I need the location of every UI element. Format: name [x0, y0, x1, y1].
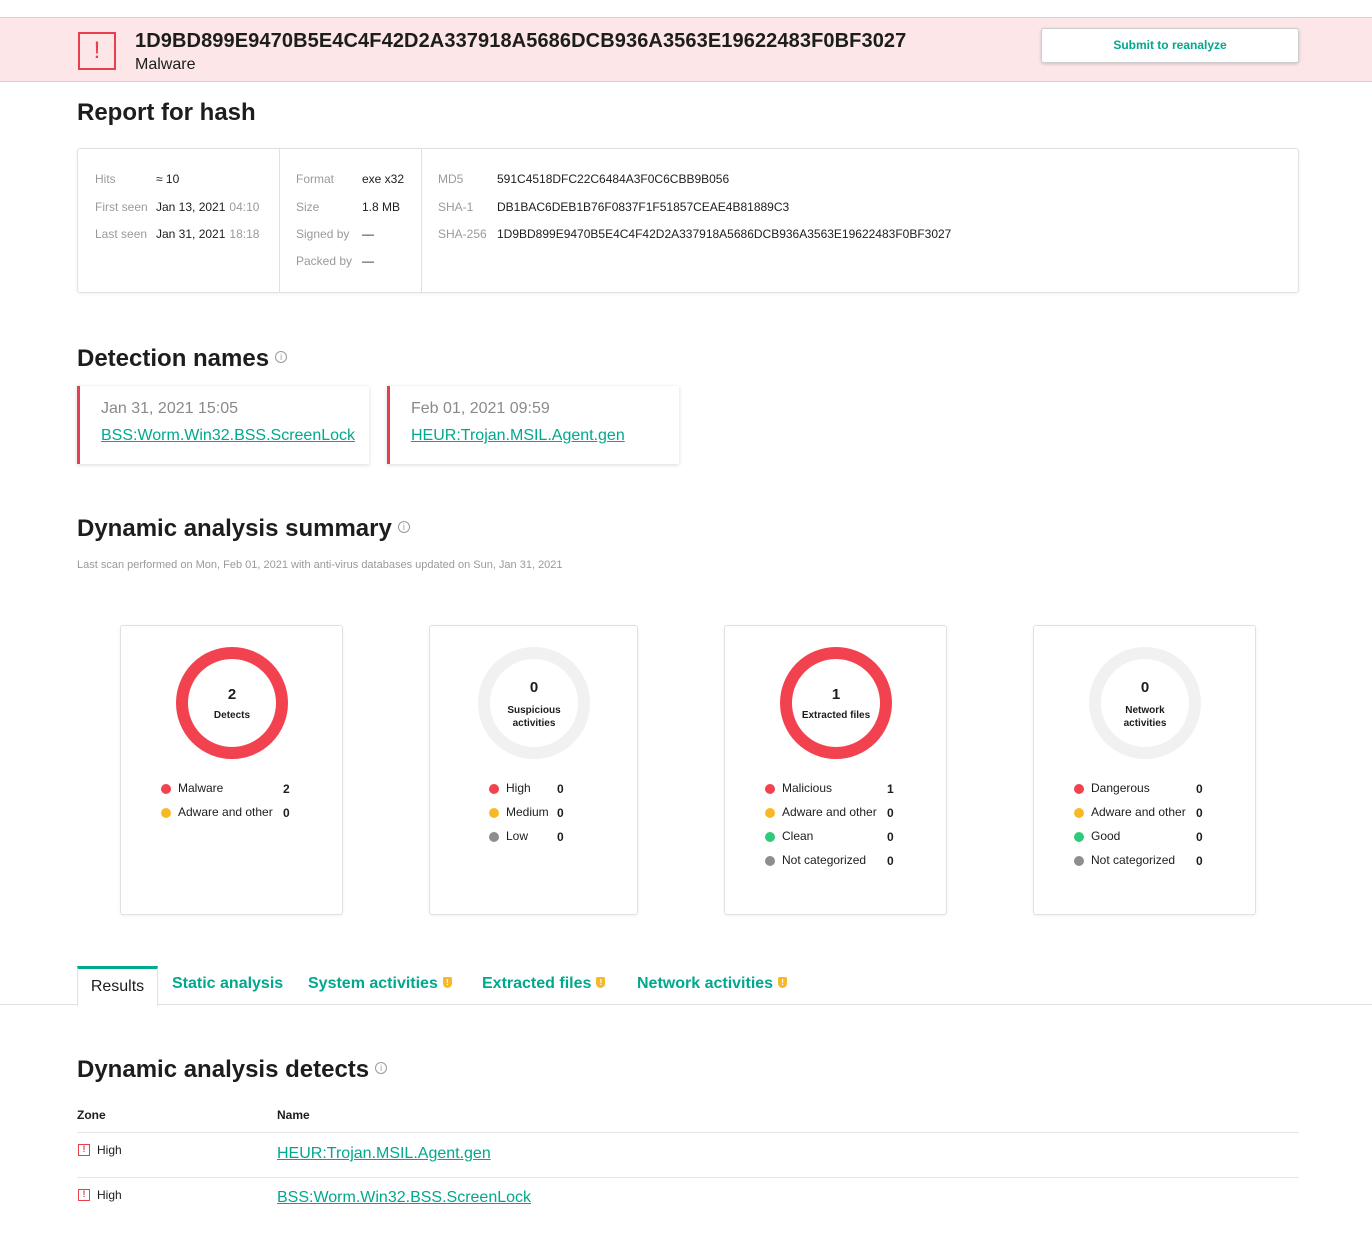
extracted-ring: 1 Extracted files: [780, 647, 892, 759]
extracted-label: Extracted files: [801, 710, 871, 721]
detection-name-link[interactable]: BSS:Worm.Win32.BSS.ScreenLock: [101, 427, 355, 445]
red-dot-icon: [1074, 784, 1084, 794]
red-dot-icon: [765, 784, 775, 794]
dynamic-detects-title: Dynamic analysis detects i: [77, 1056, 388, 1084]
alert-icon: !: [78, 1144, 90, 1156]
network-count: 0: [1140, 679, 1150, 696]
warning-badge-icon: !: [596, 977, 606, 988]
size-label: Size: [296, 200, 320, 214]
zone-value: High: [97, 1143, 122, 1157]
verdict-label: Malware: [135, 56, 196, 73]
tabs-divider: [0, 1004, 1372, 1005]
detection-names-title: Detection names i: [77, 345, 288, 373]
detects-ring: 2 Detects: [176, 647, 288, 759]
red-dot-icon: [161, 784, 171, 794]
detection-date: Feb 01, 2021 09:59: [411, 400, 550, 417]
signed-by-label: Signed by: [296, 227, 350, 241]
format-label: Format: [296, 172, 335, 186]
file-props-column: Format exe x32 Size 1.8 MB Signed by — P…: [280, 149, 422, 292]
suspicious-label: Suspicious activities: [507, 705, 561, 729]
zone-column-header: Zone: [77, 1108, 106, 1122]
hash-info-card: Hits ≈ 10 First seen Jan 13, 2021 04:10 L…: [77, 148, 1299, 293]
first-seen-date: Jan 13, 2021: [156, 200, 226, 214]
warning-badge-icon: !: [778, 977, 788, 988]
amber-dot-icon: [765, 808, 775, 818]
detects-summary-card: 2 Detects Malware 2 Adware and other 0: [120, 625, 343, 915]
grey-dot-icon: [1074, 856, 1084, 866]
last-seen-date: Jan 31, 2021: [156, 227, 226, 241]
tab-static-analysis[interactable]: Static analysis: [172, 975, 283, 993]
amber-dot-icon: [1074, 808, 1084, 818]
extracted-count: 1: [831, 686, 841, 703]
amber-dot-icon: [161, 808, 171, 818]
detects-count: 2: [227, 686, 237, 703]
info-icon[interactable]: i: [375, 1061, 388, 1074]
verdict-banner: ! 1D9BD899E9470B5E4C4F42D2A337918A5686DC…: [0, 17, 1372, 82]
tab-network-activities[interactable]: Network activities!: [637, 975, 788, 993]
size-value: 1.8 MB: [362, 200, 401, 214]
tab-extracted-files[interactable]: Extracted files!: [482, 975, 606, 993]
dynamic-summary-title: Dynamic analysis summary i: [77, 515, 410, 543]
name-column-header: Name: [277, 1108, 310, 1122]
first-seen-label: First seen: [95, 200, 148, 214]
signed-by-value: —: [362, 227, 374, 241]
submit-reanalyze-button[interactable]: Submit to reanalyze: [1041, 28, 1299, 63]
info-icon[interactable]: i: [397, 520, 410, 533]
md5-label: MD5: [438, 172, 464, 186]
green-dot-icon: [765, 832, 775, 842]
format-value: exe x32: [362, 172, 405, 186]
tab-system-activities[interactable]: System activities!: [308, 975, 452, 993]
grey-dot-icon: [765, 856, 775, 866]
grey-dot-icon: [489, 832, 499, 842]
info-icon[interactable]: i: [275, 350, 288, 363]
sha1-label: SHA-1: [438, 200, 474, 214]
report-title: Report for hash: [77, 99, 256, 126]
network-summary-card: 0 Network activities Dangerous 0 Adware a…: [1033, 625, 1256, 915]
detection-card: Feb 01, 2021 09:59 HEUR:Trojan.MSIL.Agen…: [387, 386, 679, 464]
detection-name-link[interactable]: HEUR:Trojan.MSIL.Agent.gen: [411, 427, 625, 445]
detect-name-link[interactable]: HEUR:Trojan.MSIL.Agent.gen: [277, 1145, 491, 1163]
alert-icon: !: [78, 1189, 90, 1201]
hits-label: Hits: [95, 172, 116, 186]
md5-value: 591C4518DFC22C6484A3F0C6CBB9B056: [497, 172, 730, 186]
suspicious-ring: 0 Suspicious activities: [478, 647, 590, 759]
extracted-summary-card: 1 Extracted files Malicious 1 Adware and …: [724, 625, 947, 915]
red-dot-icon: [489, 784, 499, 794]
network-ring: 0 Network activities: [1089, 647, 1201, 759]
sha256-value: 1D9BD899E9470B5E4C4F42D2A337918A5686DCB9…: [497, 227, 952, 241]
alert-icon: !: [78, 32, 116, 70]
last-seen-label: Last seen: [95, 227, 148, 241]
tab-results[interactable]: Results: [77, 966, 158, 1006]
packed-by-label: Packed by: [296, 254, 353, 268]
suspicious-count: 0: [529, 679, 539, 696]
amber-dot-icon: [489, 808, 499, 818]
scan-info-text: Last scan performed on Mon, Feb 01, 2021…: [77, 559, 563, 571]
sha1-value: DB1BAC6DEB1B76F0837F1F51857CEAE4B81889C3: [497, 200, 790, 214]
detect-name-link[interactable]: BSS:Worm.Win32.BSS.ScreenLock: [277, 1189, 531, 1207]
detection-date: Jan 31, 2021 15:05: [101, 400, 239, 417]
zone-value: High: [97, 1188, 122, 1202]
detection-card: Jan 31, 2021 15:05 BSS:Worm.Win32.BSS.Sc…: [77, 386, 369, 464]
warning-badge-icon: !: [442, 977, 452, 988]
first-seen-time: 04:10: [229, 200, 260, 214]
suspicious-summary-card: 0 Suspicious activities High 0 Medium 0 Lo…: [429, 625, 638, 915]
sha256-label: SHA-256: [438, 227, 487, 241]
hits-value: ≈ 10: [156, 172, 180, 186]
green-dot-icon: [1074, 832, 1084, 842]
row-divider: [77, 1132, 1299, 1133]
last-seen-time: 18:18: [229, 227, 260, 241]
detects-label: Detects: [213, 710, 251, 721]
network-label: Network activities: [1123, 705, 1167, 729]
row-divider: [77, 1177, 1299, 1178]
packed-by-value: —: [362, 254, 374, 268]
file-hash-title: 1D9BD899E9470B5E4C4F42D2A337918A5686DCB9…: [135, 30, 907, 52]
stats-column: Hits ≈ 10 First seen Jan 13, 2021 04:10 L…: [78, 149, 280, 292]
